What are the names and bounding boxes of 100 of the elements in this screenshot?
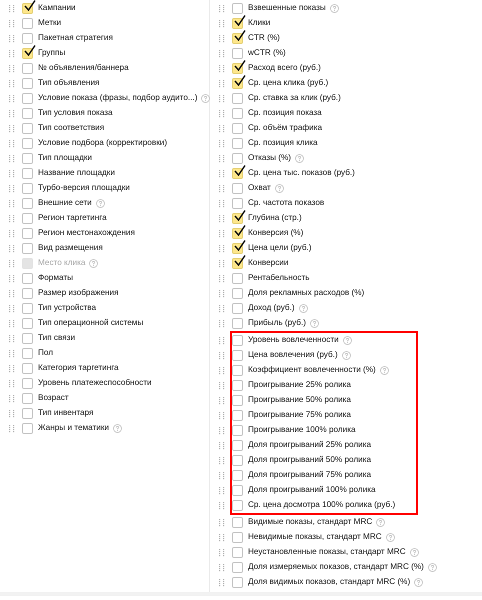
drag-handle-icon[interactable] (218, 184, 225, 192)
drag-handle-icon[interactable] (8, 364, 15, 372)
option-label[interactable]: Условие подбора (корректировки) (38, 137, 168, 150)
help-icon[interactable] (386, 533, 395, 542)
checkbox[interactable] (22, 108, 33, 119)
checkbox[interactable] (232, 455, 243, 466)
checkbox[interactable] (232, 318, 243, 329)
help-icon[interactable] (414, 578, 424, 587)
checkbox[interactable] (22, 303, 33, 314)
checkbox[interactable] (232, 18, 243, 29)
checkbox[interactable] (232, 183, 243, 194)
checkbox[interactable] (22, 243, 33, 254)
drag-handle-icon[interactable] (218, 64, 225, 72)
option-label[interactable]: Вид размещения (38, 242, 103, 255)
drag-handle-icon[interactable] (218, 94, 225, 102)
drag-handle-icon[interactable] (218, 486, 225, 494)
drag-handle-icon[interactable] (218, 578, 225, 586)
option-label[interactable]: Взвешенные показы (248, 2, 326, 15)
option-label[interactable]: Название площадки (38, 167, 115, 180)
checkbox[interactable] (22, 198, 33, 209)
option-label[interactable]: Доля проигрываний 25% ролика (248, 439, 372, 452)
option-label[interactable]: Ср. позиция показа (248, 107, 322, 120)
drag-handle-icon[interactable] (218, 244, 225, 252)
checkbox[interactable] (232, 288, 243, 299)
checkbox[interactable] (22, 168, 33, 179)
option-label[interactable]: Кампании (38, 2, 76, 15)
checkbox[interactable] (22, 3, 33, 14)
checkbox[interactable] (232, 335, 243, 346)
drag-handle-icon[interactable] (218, 456, 225, 464)
drag-handle-icon[interactable] (8, 410, 15, 418)
option-label[interactable]: Коэффициент вовлеченности (%) (248, 364, 376, 377)
drag-handle-icon[interactable] (8, 274, 15, 282)
drag-handle-icon[interactable] (218, 442, 225, 450)
checkbox[interactable] (232, 243, 243, 254)
option-label[interactable]: Цена вовлечения (руб.) (248, 349, 338, 362)
checkbox[interactable] (22, 228, 33, 239)
option-label[interactable]: Тип инвентаря (38, 407, 94, 420)
help-icon[interactable] (310, 319, 319, 328)
option-label[interactable]: Тип операционной системы (38, 317, 144, 330)
help-icon[interactable] (274, 184, 284, 193)
drag-handle-icon[interactable] (8, 140, 15, 148)
drag-handle-icon[interactable] (218, 304, 225, 312)
checkbox[interactable] (232, 258, 243, 269)
checkbox[interactable] (232, 395, 243, 406)
option-label[interactable]: Рентабельность (248, 272, 310, 285)
checkbox[interactable] (232, 213, 243, 224)
checkbox[interactable] (22, 93, 33, 104)
drag-handle-icon[interactable] (218, 564, 225, 572)
drag-handle-icon[interactable] (8, 214, 15, 222)
drag-handle-icon[interactable] (8, 200, 15, 208)
drag-handle-icon[interactable] (218, 274, 225, 282)
drag-handle-icon[interactable] (218, 352, 225, 360)
option-label[interactable]: Доля проигрываний 75% ролика (248, 469, 372, 482)
option-label[interactable]: Регион местонахождения (38, 227, 135, 240)
option-label[interactable]: Метки (38, 17, 62, 30)
checkbox[interactable] (22, 153, 33, 164)
option-label[interactable]: Прибыль (руб.) (248, 317, 306, 330)
drag-handle-icon[interactable] (8, 334, 15, 342)
option-label[interactable]: Возраст (38, 392, 69, 405)
option-label[interactable]: Ср. объём трафика (248, 122, 322, 135)
option-label[interactable]: Размер изображения (38, 287, 119, 300)
checkbox[interactable] (22, 123, 33, 134)
drag-handle-icon[interactable] (8, 244, 15, 252)
checkbox[interactable] (22, 363, 33, 374)
option-label[interactable]: № объявления/баннера (38, 62, 129, 75)
drag-handle-icon[interactable] (218, 140, 225, 148)
checkbox[interactable] (232, 365, 243, 376)
checkbox[interactable] (22, 183, 33, 194)
checkbox[interactable] (232, 350, 243, 361)
checkbox[interactable] (232, 547, 243, 558)
option-label[interactable]: Невидимые показы, стандарт MRC (248, 531, 382, 544)
checkbox[interactable] (232, 198, 243, 209)
option-label[interactable]: Глубина (стр.) (248, 212, 302, 225)
drag-handle-icon[interactable] (218, 412, 225, 420)
drag-handle-icon[interactable] (218, 80, 225, 88)
help-icon[interactable] (330, 4, 339, 13)
help-icon[interactable] (201, 94, 210, 103)
checkbox[interactable] (232, 153, 243, 164)
drag-handle-icon[interactable] (218, 548, 225, 556)
checkbox[interactable] (232, 440, 243, 451)
drag-handle-icon[interactable] (218, 200, 225, 208)
option-label[interactable]: Неустановленные показы, стандарт MRC (248, 546, 406, 559)
help-icon[interactable] (112, 424, 122, 433)
checkbox[interactable] (232, 425, 243, 436)
checkbox[interactable] (232, 577, 243, 588)
drag-handle-icon[interactable] (218, 110, 225, 118)
option-label[interactable]: Тип устройства (38, 302, 96, 315)
option-label[interactable]: Ср. ставка за клик (руб.) (248, 92, 341, 105)
drag-handle-icon[interactable] (218, 230, 225, 238)
checkbox[interactable] (232, 485, 243, 496)
option-label[interactable]: Доля проигрываний 50% ролика (248, 454, 372, 467)
checkbox[interactable] (22, 288, 33, 299)
option-label[interactable]: Проигрывание 75% ролика (248, 409, 351, 422)
drag-handle-icon[interactable] (8, 230, 15, 238)
checkbox[interactable] (22, 348, 33, 359)
option-label[interactable]: Расход всего (руб.) (248, 62, 321, 75)
drag-handle-icon[interactable] (8, 290, 15, 298)
option-label[interactable]: Ср. частота показов (248, 197, 324, 210)
checkbox[interactable] (232, 168, 243, 179)
drag-handle-icon[interactable] (8, 350, 15, 358)
